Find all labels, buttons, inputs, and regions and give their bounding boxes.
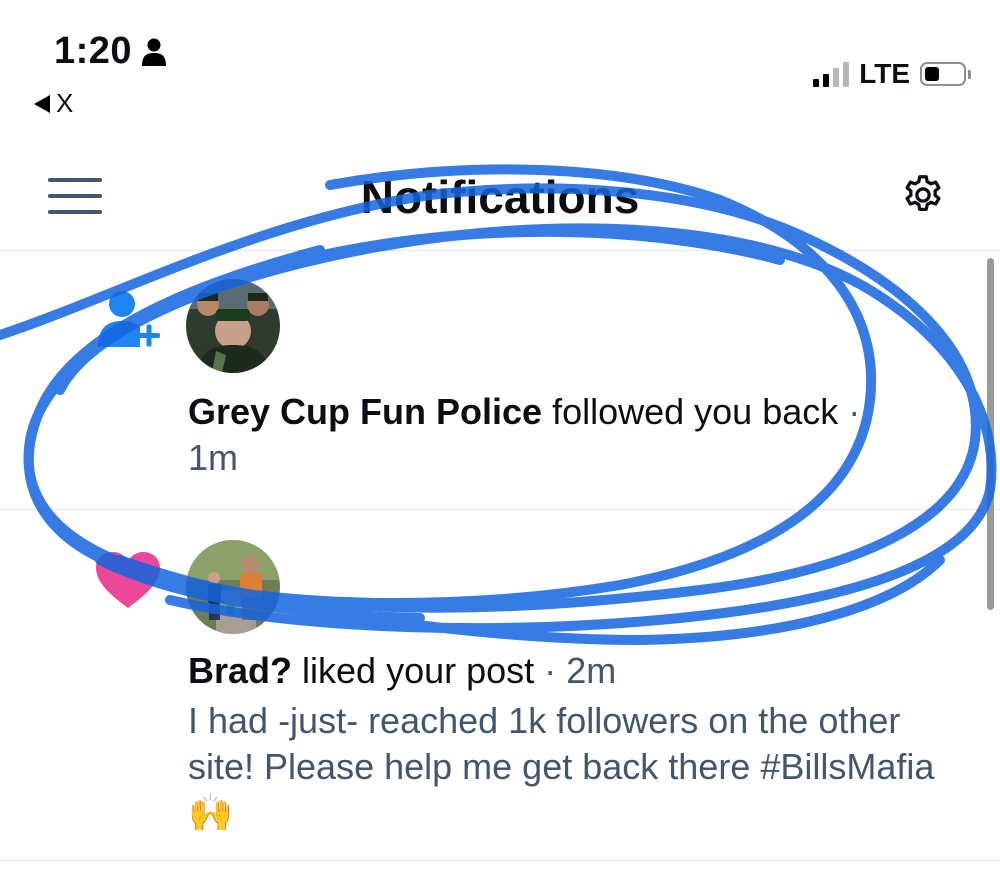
follow-icon xyxy=(98,291,160,347)
status-time: 1:20 xyxy=(54,30,133,72)
separator-dot: · xyxy=(848,391,861,432)
avatar[interactable] xyxy=(186,279,280,373)
avatar-photo xyxy=(186,279,280,373)
signal-icon xyxy=(813,61,850,87)
person-icon xyxy=(142,38,167,66)
battery-level xyxy=(925,67,940,81)
post-text: I had -just- reached 1k followers on the… xyxy=(188,700,935,787)
back-app-label: X xyxy=(56,88,74,118)
gear-icon[interactable] xyxy=(900,172,946,218)
network-label: LTE xyxy=(859,58,910,89)
back-triangle-icon xyxy=(34,94,50,113)
scrollbar[interactable] xyxy=(987,258,994,610)
separator-dot: · xyxy=(544,650,557,691)
battery-icon xyxy=(920,62,971,86)
notification-author[interactable]: Grey Cup Fun Police xyxy=(188,391,542,432)
raising-hands-emoji: 🙌 xyxy=(188,792,233,833)
heart-icon xyxy=(96,552,160,608)
notification-action: liked your post xyxy=(302,650,535,691)
post-preview[interactable]: I had -just- reached 1k followers on the… xyxy=(188,698,948,836)
avatar-photo xyxy=(186,540,280,634)
notification-author[interactable]: Brad? xyxy=(188,650,292,691)
avatar[interactable] xyxy=(186,540,280,634)
notification-time: 2m xyxy=(566,650,617,691)
page-title: Notifications xyxy=(360,171,640,223)
notification-action: followed you back xyxy=(552,391,839,432)
back-to-app-link[interactable]: X xyxy=(34,88,73,119)
notification-item[interactable]: Brad? liked your post · 2m I had -just- … xyxy=(0,510,1000,861)
app-header: Notifications xyxy=(0,140,1000,251)
notification-item[interactable]: Grey Cup Fun Police followed you back · … xyxy=(0,251,1000,510)
notification-time: 1m xyxy=(188,437,239,478)
